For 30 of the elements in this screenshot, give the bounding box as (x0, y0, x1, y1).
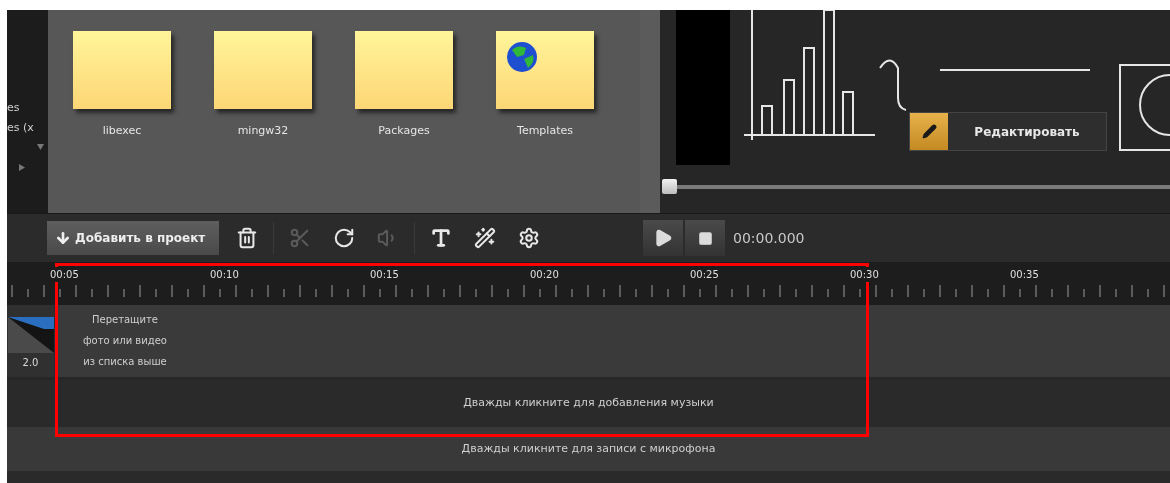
caret-icon[interactable] (19, 164, 25, 171)
pencil-icon (910, 113, 948, 150)
caret-icon[interactable] (37, 144, 44, 150)
seek-slider[interactable] (662, 179, 1170, 194)
microphone-track[interactable]: Дважды кликните для записи с микрофона (7, 427, 1170, 471)
slider-thumb[interactable] (662, 179, 677, 194)
folder-label: Templates (517, 123, 573, 139)
sidebar-item[interactable]: es (x (7, 118, 48, 138)
sidebar-item[interactable]: es (7, 98, 48, 118)
folder-label: mingw32 (237, 123, 289, 139)
transition-thumbnail[interactable] (7, 317, 54, 353)
microphone-hint: Дважды кликните для записи с микрофона (461, 440, 716, 457)
time-label: 00:05 (50, 267, 79, 282)
stop-icon (697, 230, 713, 246)
folder-icon[interactable] (496, 31, 594, 109)
stop-button[interactable] (685, 220, 725, 256)
time-label: 00:30 (850, 267, 879, 282)
play-button[interactable] (643, 220, 683, 256)
edit-button[interactable]: Редактировать (909, 112, 1107, 151)
time-display: 00:00.000 (733, 228, 805, 248)
globe-icon (506, 41, 538, 73)
folder-label: libexec (102, 123, 142, 139)
drop-hint: Перетащите фото или видео из списка выше (82, 313, 167, 369)
music-track[interactable]: Дважды кликните для добавления музыки (7, 377, 1170, 427)
folder-label: Packages (378, 123, 430, 139)
clip-duration: 2.0 (22, 356, 39, 370)
music-hint: Дважды кликните для добавления музыки (463, 395, 714, 412)
play-icon (653, 228, 673, 248)
add-to-project-button[interactable]: Добавить в проект (47, 221, 219, 255)
video-track[interactable]: 2.0 Перетащите фото или видео из списка выше (7, 305, 1170, 377)
